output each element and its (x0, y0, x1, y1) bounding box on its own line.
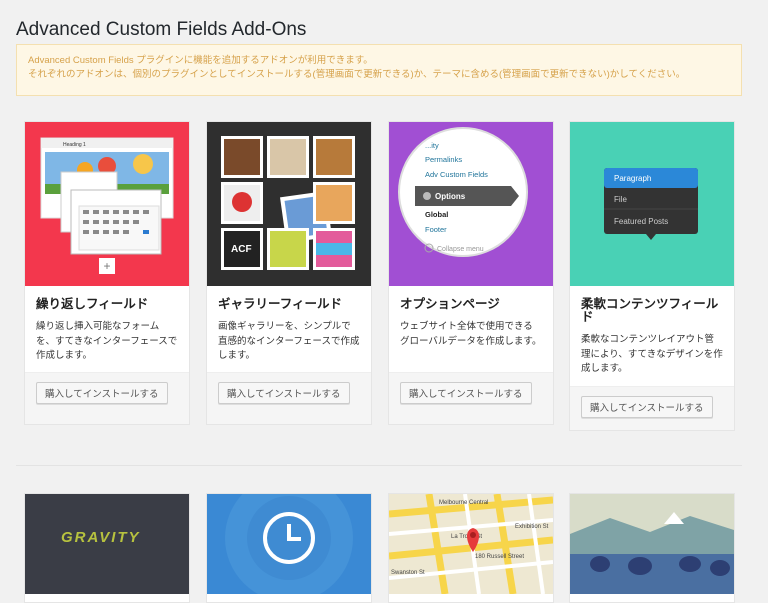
menu-item-global: Global (425, 210, 448, 219)
menu-item-options: Options (435, 192, 466, 201)
addon-card-artwork (569, 493, 735, 603)
menu-top-item: ...ity (425, 141, 439, 150)
flexible-thumbnail[interactable]: Paragraph File Featured Posts (570, 122, 734, 286)
addon-card-google-map: Melbourne Central La Trobe St 180 Russel… (388, 493, 554, 603)
card-description: 柔軟なコンテンツレイアウト管理により、すてきなデザインを作成します。 (581, 334, 723, 374)
gravity-illustration: GRAVITY (61, 529, 141, 546)
buy-install-button[interactable]: 購入してインストールする (218, 382, 350, 404)
options-thumbnail[interactable]: ...ity Permalinks Adv Custom Fields Opti… (389, 122, 553, 286)
addon-card-gallery: ACF ギャラリーフィールド 画像ギャラリーを、シンプルで直感的なインターフェー… (206, 121, 372, 425)
buy-install-button[interactable]: 購入してインストールする (400, 382, 532, 404)
map-thumbnail[interactable]: Melbourne Central La Trobe St 180 Russel… (389, 494, 553, 594)
map-label-swanston: Swanston St (391, 570, 425, 576)
repeater-illustration: Heading 1 + (40, 137, 174, 274)
clock-illustration (225, 494, 353, 594)
notice-line-1: Advanced Custom Fields プラグインに機能を追加するアドオン… (28, 55, 373, 66)
card-description: 画像ギャラリーを、シンプルで直感的なインターフェースで作成します。 (218, 321, 360, 361)
menu-item-collapse: Collapse menu (437, 246, 484, 253)
buy-install-button[interactable]: 購入してインストールする (36, 382, 168, 404)
addon-card-flexible: Paragraph File Featured Posts 柔軟コンテンツフィー… (569, 121, 735, 431)
map-label-melbourne-central: Melbourne Central (439, 500, 488, 506)
menu-item-acf: Adv Custom Fields (425, 170, 488, 179)
clock-thumbnail[interactable] (207, 494, 371, 594)
gallery-thumbnail[interactable]: ACF (207, 122, 371, 286)
flex-item-featured: Featured Posts (614, 217, 668, 226)
addon-card-repeater: Heading 1 + 繰り返しフィールド 繰り返し挿入可能なフォームを、すてき… (24, 121, 190, 425)
section-divider (16, 465, 742, 466)
page-title: Advanced Custom Fields Add-Ons (16, 18, 307, 40)
svg-text:+: + (104, 259, 111, 273)
gallery-illustration: ACF (221, 136, 355, 270)
card-title: ギャラリーフィールド (218, 297, 343, 311)
map-illustration: Melbourne Central La Trobe St 180 Russel… (389, 494, 553, 594)
addon-card-date-time (206, 493, 372, 603)
repeater-thumbnail[interactable]: Heading 1 + (25, 122, 189, 286)
map-label-address: 180 Russell Street (475, 554, 524, 560)
artwork-thumbnail[interactable] (570, 494, 734, 594)
map-label-exhibition: Exhibition St (515, 524, 549, 530)
info-notice: Advanced Custom Fields プラグインに機能を追加するアドオン… (16, 44, 742, 96)
gravity-logo: GRAVITY (61, 529, 141, 546)
flexible-illustration: Paragraph File Featured Posts (604, 168, 698, 240)
notice-line-2: それぞれのアドオンは、個別のプラグインとしてインストールする(管理画面で更新でき… (28, 69, 686, 80)
card-title: オプションページ (400, 297, 500, 311)
menu-item-footer: Footer (425, 225, 447, 234)
editor-toolbar-label: Heading 1 (63, 142, 86, 148)
card-description: ウェブサイト全体で使用できるグローバルデータを作成します。 (400, 321, 542, 347)
flex-item-paragraph: Paragraph (614, 174, 651, 183)
card-title: 繰り返しフィールド (36, 297, 149, 311)
card-description: 繰り返し挿入可能なフォームを、すてきなインターフェースで作成します。 (36, 321, 178, 361)
menu-item-permalinks: Permalinks (425, 155, 462, 164)
options-illustration: ...ity Permalinks Adv Custom Fields Opti… (398, 127, 528, 257)
gallery-badge: ACF (231, 244, 252, 255)
card-title: 柔軟コンテンツフィールド (581, 297, 719, 324)
gravity-thumbnail[interactable]: GRAVITY (25, 494, 189, 594)
artwork-illustration (570, 494, 734, 594)
buy-install-button[interactable]: 購入してインストールする (581, 396, 713, 418)
addon-card-options: ...ity Permalinks Adv Custom Fields Opti… (388, 121, 554, 425)
addon-card-gravity: GRAVITY (24, 493, 190, 603)
flex-item-file: File (614, 195, 627, 204)
